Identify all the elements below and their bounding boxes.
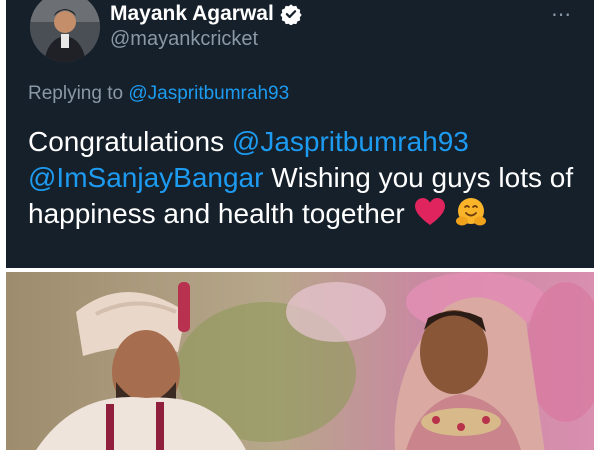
mention-link-1[interactable]: @Jaspritbumrah93 xyxy=(232,126,469,157)
author-name-text[interactable]: Mayank Agarwal xyxy=(110,2,274,26)
tweet-photo[interactable] xyxy=(6,272,594,450)
tweet-text-prefix: Congratulations xyxy=(28,126,225,157)
author-handle[interactable]: @mayankcricket xyxy=(110,28,258,51)
tweet-text: Congratulations @Jaspritbumrah93 @ImSanj… xyxy=(28,124,588,232)
reply-handle-link[interactable]: @Jaspritbumrah93 xyxy=(128,83,289,104)
avatar-image xyxy=(30,0,100,62)
red-heart-icon xyxy=(414,198,445,225)
tweet-card: Mayank Agarwal @mayankcricket ⋯ Replying… xyxy=(6,0,594,268)
more-options-icon[interactable]: ⋯ xyxy=(551,2,572,27)
reply-prefix: Replying to xyxy=(28,83,124,104)
wedding-photo-image xyxy=(6,272,594,450)
reply-context: Replying to @Jaspritbumrah93 xyxy=(28,83,289,105)
mention-link-2[interactable]: @ImSanjayBangar xyxy=(28,162,263,193)
verified-badge-icon xyxy=(280,4,302,25)
hugging-face-icon xyxy=(456,198,487,226)
author-name[interactable]: Mayank Agarwal xyxy=(110,2,302,26)
avatar[interactable] xyxy=(30,0,100,62)
